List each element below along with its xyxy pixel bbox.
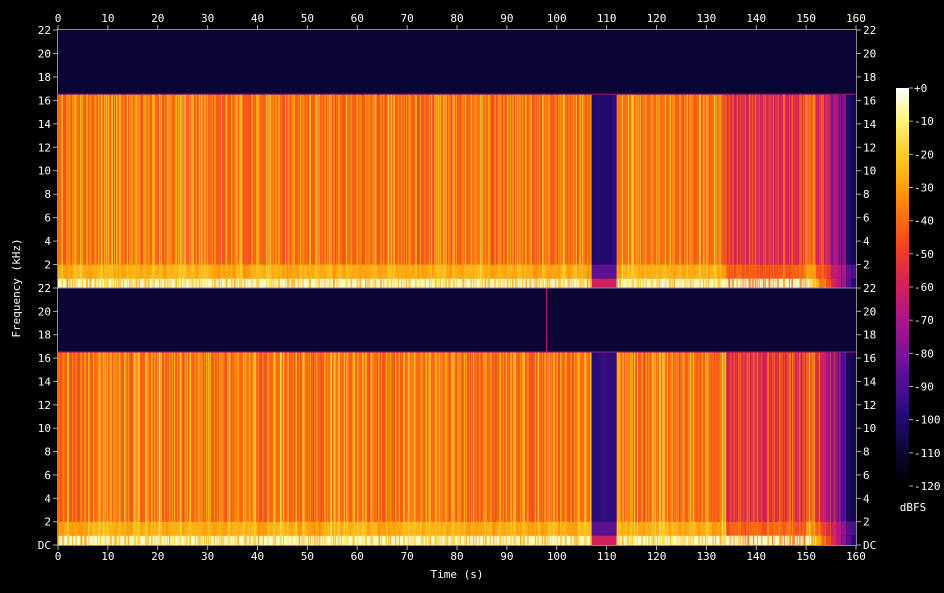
colorbar-tick-label: -10 bbox=[914, 115, 934, 128]
x-tick-label-top: 30 bbox=[201, 12, 214, 25]
y-tick-label-right: 8 bbox=[863, 446, 870, 459]
y-tick-label-left: 8 bbox=[44, 446, 51, 459]
x-tick-label-bottom: 80 bbox=[450, 550, 463, 563]
y-tick-label-right: 14 bbox=[863, 118, 877, 131]
y-tick-label-right: 10 bbox=[863, 165, 876, 178]
x-tick-label-top: 140 bbox=[746, 12, 766, 25]
y-tick-label-left: 10 bbox=[38, 165, 51, 178]
colorbar-tick-label: -40 bbox=[914, 215, 934, 228]
y-tick-label-left: 16 bbox=[38, 352, 51, 365]
x-tick-label-bottom: 100 bbox=[547, 550, 567, 563]
y-tick-label-right: 18 bbox=[863, 71, 876, 84]
spectrogram-chart: 0 10 20 30 40 50 60 70 80 90 100 110 120 130 140 150 160… bbox=[0, 0, 944, 593]
colorbar-gradient bbox=[896, 88, 909, 486]
y-tick-label-left: 6 bbox=[44, 469, 51, 482]
y-tick-label-right: 4 bbox=[863, 492, 870, 505]
y-tick-label-right: 2 bbox=[863, 259, 870, 272]
y-tick-label-left: 18 bbox=[38, 71, 51, 84]
colorbar-tick-label: -70 bbox=[914, 314, 934, 327]
y-tick-label-left: 10 bbox=[38, 422, 51, 435]
x-tick-label-top: 60 bbox=[351, 12, 364, 25]
x-tick-label-top: 20 bbox=[151, 12, 164, 25]
y-tick-label-left: 18 bbox=[38, 329, 51, 342]
y-tick-label-left: 2 bbox=[44, 259, 51, 272]
y-tick-label-left: 14 bbox=[38, 118, 52, 131]
y-tick-label-left: 4 bbox=[44, 235, 51, 248]
y-axis-label: Frequency (kHz) bbox=[10, 238, 23, 337]
x-tick-label-bottom: 30 bbox=[201, 550, 214, 563]
y-tick-label-right: 20 bbox=[863, 305, 876, 318]
x-tick-label-bottom: 50 bbox=[301, 550, 314, 563]
y-tick-label-right: 22 bbox=[863, 24, 876, 37]
y-tick-label-left: 22 bbox=[38, 282, 51, 295]
colorbar-tick-label: -90 bbox=[914, 381, 934, 394]
y-tick-label-right: 12 bbox=[863, 399, 876, 412]
x-tick-label-bottom: 40 bbox=[251, 550, 264, 563]
x-tick-label-top: 70 bbox=[401, 12, 414, 25]
x-tick-label-top: 10 bbox=[101, 12, 114, 25]
x-tick-label-top: 50 bbox=[301, 12, 314, 25]
y-tick-label-left: 22 bbox=[38, 24, 51, 37]
x-tick-label-bottom: 150 bbox=[796, 550, 816, 563]
x-tick-label-bottom: 70 bbox=[401, 550, 414, 563]
x-tick-label-top: 110 bbox=[597, 12, 617, 25]
colorbar-tick-label: -120 bbox=[914, 480, 941, 493]
y-tick-label-right: 16 bbox=[863, 352, 876, 365]
x-tick-label-bottom: 0 bbox=[55, 550, 62, 563]
x-tick-label-top: 40 bbox=[251, 12, 264, 25]
x-tick-label-top: 100 bbox=[547, 12, 567, 25]
colorbar-tick-label: -20 bbox=[914, 148, 934, 161]
colorbar-tick-label: -30 bbox=[914, 182, 934, 195]
y-tick-label-right: 20 bbox=[863, 47, 876, 60]
x-tick-label-bottom: 140 bbox=[746, 550, 766, 563]
x-tick-label-top: 130 bbox=[696, 12, 716, 25]
y-tick-label-right: 12 bbox=[863, 141, 876, 154]
colorbar-tick-label: -80 bbox=[914, 347, 934, 360]
y-tick-label-left: 12 bbox=[38, 141, 51, 154]
y-tick-label-left: DC bbox=[38, 539, 51, 552]
y-tick-label-left: 12 bbox=[38, 399, 51, 412]
x-tick-label-bottom: 110 bbox=[597, 550, 617, 563]
colorbar-tick-label: -60 bbox=[914, 281, 934, 294]
x-tick-label-top: 120 bbox=[647, 12, 667, 25]
y-tick-label-left: 4 bbox=[44, 492, 51, 505]
y-tick-label-right: 6 bbox=[863, 212, 870, 225]
y-tick-label-right: 2 bbox=[863, 516, 870, 529]
y-tick-label-left: 2 bbox=[44, 516, 51, 529]
channel-1-spectrogram bbox=[58, 30, 856, 288]
y-tick-label-right: 4 bbox=[863, 235, 870, 248]
x-tick-label-top: 0 bbox=[55, 12, 62, 25]
y-tick-label-right: 22 bbox=[863, 282, 876, 295]
x-tick-label-bottom: 120 bbox=[647, 550, 667, 563]
y-tick-label-right: 6 bbox=[863, 469, 870, 482]
y-tick-label-right: DC bbox=[863, 539, 876, 552]
x-tick-label-bottom: 20 bbox=[151, 550, 164, 563]
colorbar-tick-label: -50 bbox=[914, 248, 934, 261]
x-tick-label-top: 80 bbox=[450, 12, 463, 25]
x-tick-label-bottom: 130 bbox=[696, 550, 716, 563]
x-tick-label-bottom: 60 bbox=[351, 550, 364, 563]
channel-2-spectrogram bbox=[58, 288, 856, 545]
y-tick-label-left: 6 bbox=[44, 212, 51, 225]
colorbar-tick-label: -100 bbox=[914, 414, 941, 427]
colorbar-label: dBFS bbox=[900, 501, 927, 514]
colorbar-tick-label: +0 bbox=[914, 82, 927, 95]
y-tick-label-right: 8 bbox=[863, 188, 870, 201]
y-tick-label-left: 20 bbox=[38, 47, 51, 60]
y-tick-label-right: 16 bbox=[863, 94, 876, 107]
x-axis-label: Time (s) bbox=[431, 568, 484, 581]
y-tick-label-right: 18 bbox=[863, 329, 876, 342]
y-tick-label-left: 14 bbox=[38, 375, 52, 388]
y-tick-label-left: 8 bbox=[44, 188, 51, 201]
y-tick-label-left: 16 bbox=[38, 94, 51, 107]
x-tick-label-bottom: 90 bbox=[500, 550, 513, 563]
y-tick-label-left: 20 bbox=[38, 305, 51, 318]
y-tick-label-right: 14 bbox=[863, 375, 877, 388]
x-tick-label-bottom: 10 bbox=[101, 550, 114, 563]
y-tick-label-right: 10 bbox=[863, 422, 876, 435]
x-tick-label-top: 90 bbox=[500, 12, 513, 25]
colorbar-tick-label: -110 bbox=[914, 447, 941, 460]
x-tick-label-top: 150 bbox=[796, 12, 816, 25]
